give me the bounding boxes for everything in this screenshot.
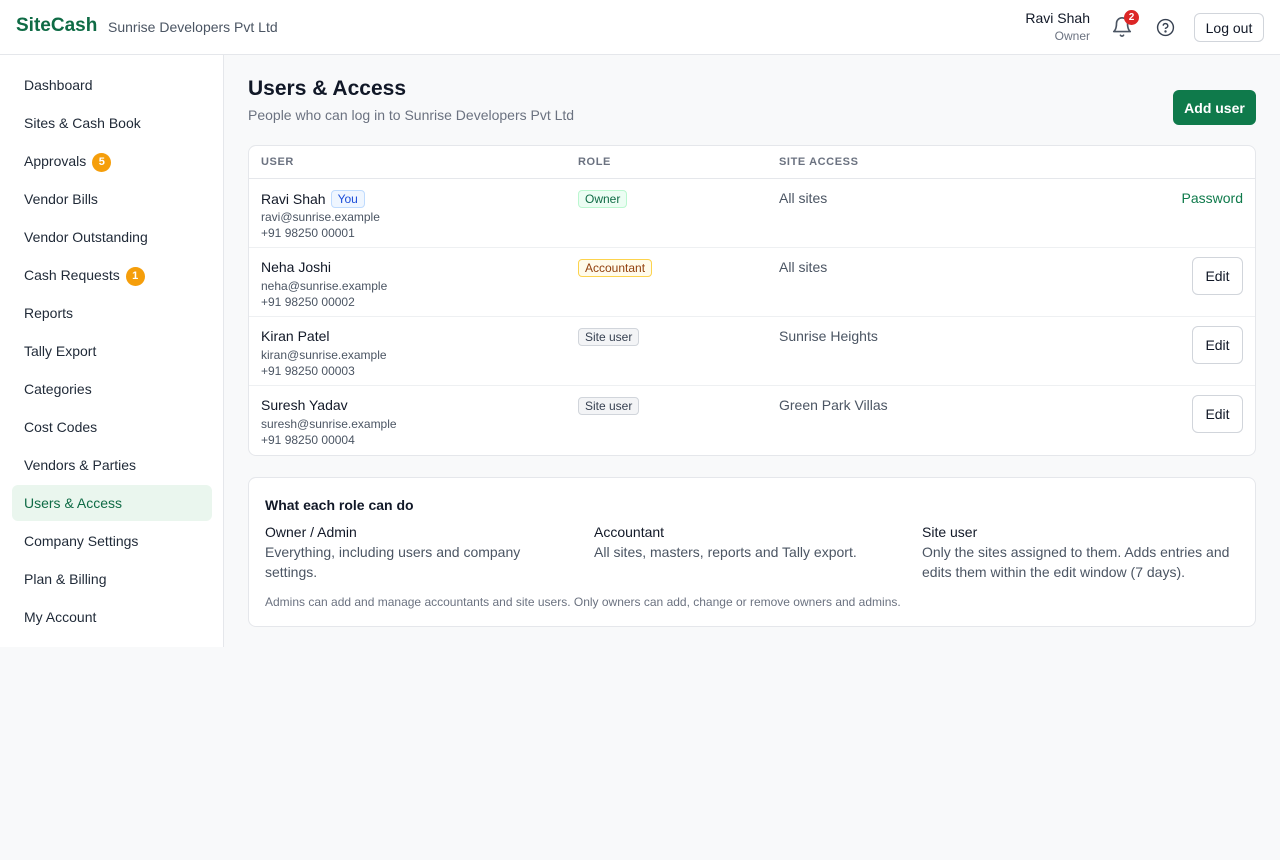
sidebar-item-label: Vendors & Parties (24, 457, 137, 473)
cash-requests-count-badge: 1 (125, 267, 145, 286)
sidebar-item-label: Vendor Outstanding (24, 229, 148, 245)
sidebar-item-vendor-outstanding[interactable]: Vendor Outstanding (12, 219, 212, 255)
brand-logo[interactable]: SiteCash (16, 15, 97, 37)
sidebar-item-categories[interactable]: Categories (12, 371, 212, 407)
user-name: Suresh Yadav (261, 397, 348, 413)
user-phone: +91 98250 00001 (261, 226, 355, 240)
sidebar-item-label: Cost Codes (24, 419, 98, 435)
user-name-cell: Ravi Shah You (261, 190, 365, 208)
sidebar-item-vendor-bills[interactable]: Vendor Bills (12, 181, 212, 217)
sidebar-item-vendors-parties[interactable]: Vendors & Parties (12, 447, 212, 483)
sidebar-item-users-access[interactable]: Users & Access (12, 485, 212, 521)
user-phone: +91 98250 00003 (261, 364, 355, 378)
user-email: neha@sunrise.example (261, 279, 388, 293)
sidebar-item-label: Vendor Bills (24, 191, 98, 207)
page-title: Users & Access (248, 77, 406, 100)
role-badge: Site user (578, 328, 640, 346)
user-email: kiran@sunrise.example (261, 348, 387, 362)
table-header: USER ROLE SITE ACCESS (249, 146, 1255, 179)
password-link[interactable]: Password (1182, 190, 1243, 206)
column-header-role: ROLE (578, 156, 611, 168)
roles-card-title: What each role can do (265, 497, 414, 513)
sidebar-item-label: Cash Requests (24, 267, 120, 283)
table-row: Suresh Yadav suresh@sunrise.example +91 … (249, 386, 1255, 455)
sidebar-item-label: Users & Access (24, 495, 123, 511)
notification-count-badge: 2 (1124, 10, 1139, 25)
users-table: USER ROLE SITE ACCESS Ravi Shah You ravi@… (248, 145, 1256, 456)
roles-info-card: What each role can do Owner / Admin Ever… (248, 477, 1256, 627)
you-badge: You (330, 190, 365, 208)
sidebar-item-label: Tally Export (24, 343, 97, 359)
approvals-count-badge: 5 (92, 153, 112, 172)
sidebar-item-label: Sites & Cash Book (24, 115, 141, 131)
column-header-user: USER (261, 156, 294, 168)
sidebar-item-company-settings[interactable]: Company Settings (12, 523, 212, 559)
role-title: Site user (922, 524, 978, 540)
table-row: Neha Joshi neha@sunrise.example +91 9825… (249, 248, 1255, 317)
site-access: Sunrise Heights (779, 328, 878, 344)
role-badge: Accountant (578, 259, 653, 277)
current-user: Ravi Shah Owner (1025, 10, 1090, 43)
column-header-site-access: SITE ACCESS (779, 156, 859, 168)
site-access: Green Park Villas (779, 397, 888, 413)
role-description-site-user: Site user Only the sites assigned to the… (922, 524, 1247, 582)
edit-user-button[interactable]: Edit (1192, 326, 1243, 364)
roles-note: Admins can add and manage accountants an… (265, 595, 901, 609)
current-user-role: Owner (1054, 29, 1090, 43)
sidebar-item-reports[interactable]: Reports (12, 295, 212, 331)
sidebar-item-my-account[interactable]: My Account (12, 599, 212, 635)
table-row: Ravi Shah You ravi@sunrise.example +91 98… (249, 179, 1255, 248)
current-user-name: Ravi Shah (1025, 10, 1090, 26)
role-desc: All sites, masters, reports and Tally ex… (594, 544, 857, 560)
sidebar-item-dashboard[interactable]: Dashboard (12, 67, 212, 103)
sidebar-item-label: Approvals (24, 153, 87, 169)
role-description-owner: Owner / Admin Everything, including user… (265, 524, 565, 582)
role-desc: Only the sites assigned to them. Adds en… (922, 544, 1230, 580)
edit-user-button[interactable]: Edit (1192, 257, 1243, 295)
role-title: Accountant (594, 524, 665, 540)
user-phone: +91 98250 00002 (261, 295, 355, 309)
sidebar-item-sites-cash-book[interactable]: Sites & Cash Book (12, 105, 212, 141)
edit-user-button[interactable]: Edit (1192, 395, 1243, 433)
user-phone: +91 98250 00004 (261, 433, 355, 447)
role-badge: Site user (578, 397, 640, 415)
user-name: Ravi Shah (261, 191, 326, 207)
role-title: Owner / Admin (265, 524, 357, 540)
site-access: All sites (779, 259, 828, 275)
table-row: Kiran Patel kiran@sunrise.example +91 98… (249, 317, 1255, 386)
sidebar-item-plan-billing[interactable]: Plan & Billing (12, 561, 212, 597)
top-bar: SiteCash Sunrise Developers Pvt Ltd Ravi… (0, 0, 1280, 55)
sidebar-item-label: Categories (24, 381, 92, 397)
sidebar-item-tally-export[interactable]: Tally Export (12, 333, 212, 369)
sidebar-item-label: Company Settings (24, 533, 139, 549)
sidebar-item-label: Plan & Billing (24, 571, 107, 587)
site-access: All sites (779, 190, 828, 206)
add-user-button[interactable]: Add user (1173, 90, 1256, 125)
sidebar-item-label: My Account (24, 609, 97, 625)
sidebar-item-cost-codes[interactable]: Cost Codes (12, 409, 212, 445)
user-name: Neha Joshi (261, 259, 332, 275)
role-badge: Owner (578, 190, 628, 208)
sidebar-item-label: Dashboard (24, 77, 93, 93)
sidebar-item-cash-requests[interactable]: Cash Requests 1 (12, 257, 212, 293)
page-subtitle: People who can log in to Sunrise Develop… (248, 107, 575, 123)
user-email: ravi@sunrise.example (261, 210, 380, 224)
sidebar-item-label: Reports (24, 305, 74, 321)
user-name: Kiran Patel (261, 328, 330, 344)
role-desc: Everything, including users and company … (265, 544, 521, 580)
help-circle-icon[interactable] (1156, 18, 1175, 37)
sidebar: Dashboard Sites & Cash Book Approvals 5 V… (0, 55, 224, 647)
sidebar-item-approvals[interactable]: Approvals 5 (12, 143, 212, 179)
logout-button[interactable]: Log out (1194, 13, 1264, 42)
company-name: Sunrise Developers Pvt Ltd (108, 19, 278, 35)
role-description-accountant: Accountant All sites, masters, reports a… (594, 524, 904, 562)
user-email: suresh@sunrise.example (261, 417, 397, 431)
